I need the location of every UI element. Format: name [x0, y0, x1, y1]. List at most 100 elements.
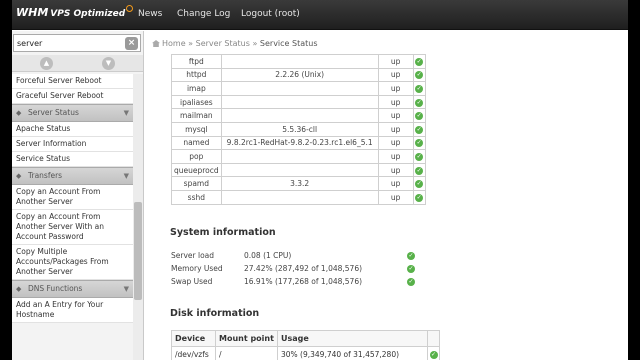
- service-status: up: [377, 108, 414, 123]
- sidebar-section-label: Server Status: [28, 108, 79, 117]
- check-circle-icon: ✓: [407, 252, 415, 260]
- sidebar-item[interactable]: Apache Status: [12, 122, 133, 137]
- sidebar-item[interactable]: Service Status: [12, 152, 133, 167]
- service-name: mysql: [171, 121, 222, 137]
- sidebar-section-header[interactable]: ◆ Transfers ▼: [12, 167, 133, 185]
- main-content: Home » Server Status » Service Status ft…: [145, 31, 628, 360]
- sidebar-item-label: Forceful Server Reboot: [16, 76, 102, 85]
- service-status-cell: ✓: [412, 108, 426, 123]
- service-name: ipaliases: [171, 94, 222, 110]
- check-circle-icon: ✓: [407, 278, 415, 286]
- check-circle-icon: ✓: [407, 265, 415, 273]
- service-version: [220, 81, 379, 96]
- check-circle-icon: ✓: [415, 166, 424, 175]
- disk-information-table: Device Mount point Usage /dev/vzfs/30% (…: [171, 330, 440, 360]
- logo-brand: WHM: [16, 6, 49, 19]
- chevron-down-icon[interactable]: ▼: [124, 168, 129, 184]
- sidebar-scroll-thumb[interactable]: [134, 202, 142, 300]
- service-status: up: [377, 67, 414, 83]
- service-status-cell: ✓: [412, 135, 426, 151]
- home-icon[interactable]: [152, 40, 160, 47]
- service-name: sshd: [171, 189, 222, 205]
- search-input[interactable]: [17, 37, 117, 50]
- disk-device: /dev/vzfs: [171, 346, 216, 360]
- table-row: ipaliases up ✓: [171, 94, 426, 110]
- service-status: up: [377, 189, 414, 205]
- sidebar-menu: Forceful Server Reboot Graceful Server Re…: [12, 74, 133, 323]
- service-status-cell: ✓: [412, 176, 426, 191]
- sidebar-item[interactable]: Add an A Entry for Your Hostname: [12, 298, 133, 323]
- top-bar: WHM VPS Optimized News Change Log Logout …: [12, 0, 628, 30]
- whm-logo[interactable]: WHM VPS Optimized: [16, 5, 134, 24]
- service-status-cell: ✓: [412, 54, 426, 69]
- system-info-row: Server load 0.08 (1 CPU): [171, 251, 291, 260]
- service-version: 5.5.36-cll: [220, 121, 379, 137]
- sidebar-section-label: DNS Functions: [28, 284, 83, 293]
- sidebar-item-label: Copy an Account From Another Server With…: [16, 212, 104, 241]
- service-version: [220, 189, 379, 205]
- sidebar-item[interactable]: Forceful Server Reboot: [12, 74, 133, 89]
- service-status: up: [377, 94, 414, 110]
- sidebar-item[interactable]: Copy Multiple Accounts/Packages From Ano…: [12, 245, 133, 280]
- service-version: 3.3.2: [220, 176, 379, 191]
- table-row: mysql 5.5.36-cll up ✓: [171, 121, 426, 137]
- section-icon: ◆: [16, 109, 22, 117]
- service-version: [220, 149, 379, 164]
- column-header-status: [427, 330, 440, 347]
- table-row: named 9.8.2rc1-RedHat-9.8.2-0.23.rc1.el6_…: [171, 135, 426, 151]
- table-row: mailman up ✓: [171, 108, 426, 123]
- system-info-row: Memory Used 27.42% (287,492 of 1,048,576): [171, 264, 362, 273]
- chevron-up-icon[interactable]: ▲: [40, 57, 53, 70]
- breadcrumb-current: Service Status: [259, 39, 318, 48]
- table-header-row: Device Mount point Usage: [171, 330, 440, 347]
- service-name: queueprocd: [171, 162, 222, 178]
- system-info-label: Swap Used: [171, 277, 213, 286]
- nav-logout[interactable]: Logout (root): [241, 9, 300, 19]
- service-name: named: [171, 135, 222, 151]
- breadcrumb-parent[interactable]: Server Status: [196, 39, 250, 48]
- sidebar-section-header[interactable]: ◆ DNS Functions ▼: [12, 280, 133, 298]
- sidebar-item-label: Server Information: [16, 139, 87, 148]
- breadcrumb-home[interactable]: Home: [162, 39, 186, 48]
- table-row: sshd up ✓: [171, 189, 426, 205]
- disk-information-title: Disk information: [170, 308, 260, 319]
- sidebar-item[interactable]: Graceful Server Reboot: [12, 89, 133, 104]
- system-info-value: 0.08 (1 CPU): [244, 251, 292, 260]
- chevron-down-icon[interactable]: ▼: [124, 105, 129, 121]
- sidebar-item-label: Copy an Account From Another Server: [16, 187, 101, 206]
- service-status: up: [377, 162, 414, 178]
- section-icon: ◆: [16, 285, 22, 293]
- sidebar-item[interactable]: Server Information: [12, 137, 133, 152]
- service-status: up: [377, 121, 414, 137]
- sidebar-scrollbar[interactable]: [133, 74, 143, 360]
- system-info-row: Swap Used 16.91% (177,268 of 1,048,576): [171, 277, 362, 286]
- chevron-down-icon[interactable]: ▼: [124, 281, 129, 297]
- disk-status-cell: ✓: [427, 346, 440, 360]
- table-row: queueprocd up ✓: [171, 162, 426, 178]
- check-circle-icon: ✓: [415, 84, 424, 93]
- sidebar-section-label: Transfers: [28, 171, 63, 180]
- whm-app: WHM VPS Optimized News Change Log Logout …: [12, 0, 628, 360]
- close-icon[interactable]: ×: [125, 37, 138, 50]
- nav-news[interactable]: News: [138, 9, 162, 19]
- table-row: /dev/vzfs/30% (9,349,740 of 31,457,280) ✓: [171, 346, 440, 360]
- service-status-cell: ✓: [412, 162, 426, 178]
- check-circle-icon: ✓: [415, 139, 424, 148]
- sidebar-item-label: Apache Status: [16, 124, 71, 133]
- system-information-title: System information: [170, 227, 276, 238]
- sidebar-item-label: Copy Multiple Accounts/Packages From Ano…: [16, 247, 109, 276]
- service-status-cell: ✓: [412, 81, 426, 96]
- sidebar-item[interactable]: Copy an Account From Another Server With…: [12, 210, 133, 245]
- sidebar-item[interactable]: Copy an Account From Another Server: [12, 185, 133, 210]
- service-status-cell: ✓: [412, 189, 426, 205]
- check-circle-icon: ✓: [415, 98, 424, 107]
- sidebar-section-header[interactable]: ◆ Server Status ▼: [12, 104, 133, 122]
- service-version: 9.8.2rc1-RedHat-9.8.2-0.23.rc1.el6_5.1: [220, 135, 379, 151]
- check-circle-icon: ✓: [415, 180, 424, 189]
- column-header: Device: [171, 330, 216, 347]
- letterbox-left: [0, 0, 12, 360]
- system-info-value: 27.42% (287,492 of 1,048,576): [244, 264, 363, 273]
- nav-change-log[interactable]: Change Log: [177, 9, 230, 19]
- chevron-down-icon[interactable]: ▼: [102, 57, 115, 70]
- sidebar-item-label: Graceful Server Reboot: [16, 91, 104, 100]
